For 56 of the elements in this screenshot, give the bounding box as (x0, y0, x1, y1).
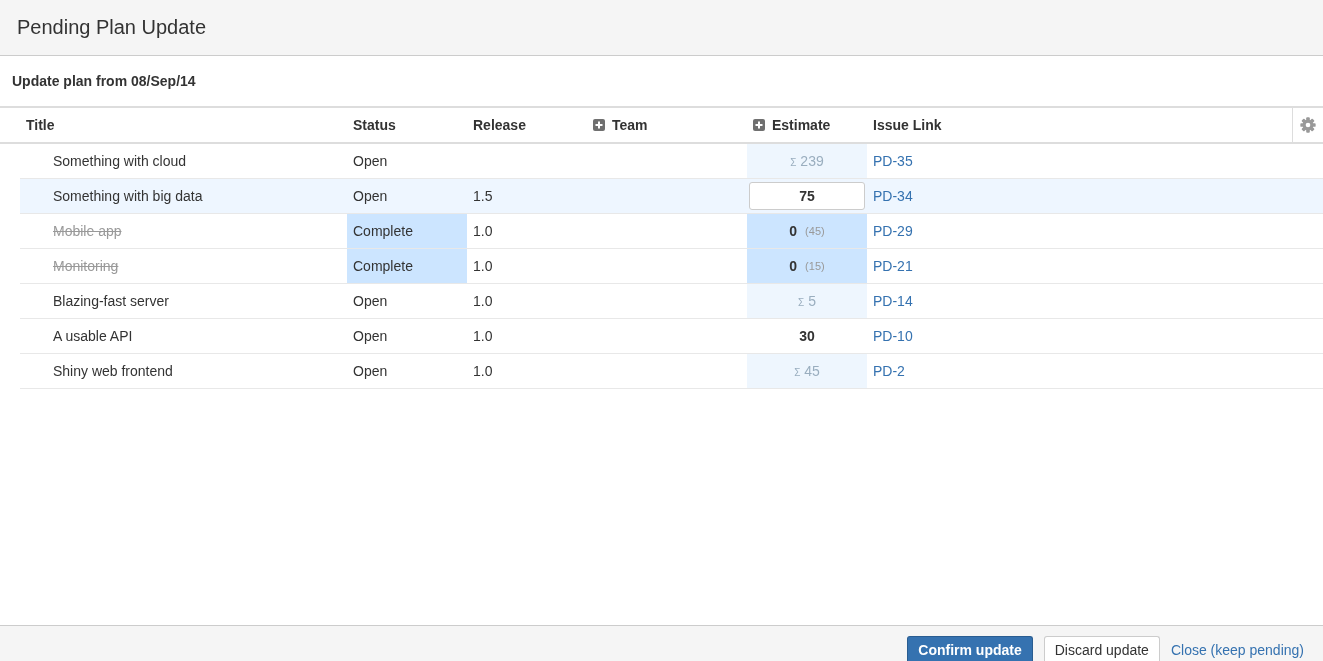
issue-link[interactable]: PD-35 (873, 153, 913, 169)
table-row[interactable]: Something with big data Open 1.5 75 PD-34 (20, 179, 1323, 214)
settings-icon[interactable] (1299, 116, 1317, 134)
table-row[interactable]: Shiny web frontend Open 1.0 Σ 45 PD-2 (20, 354, 1323, 389)
column-header: Release (473, 117, 526, 133)
estimate-input[interactable]: 75 (749, 182, 865, 210)
issue-link[interactable]: PD-21 (873, 258, 913, 274)
release-text: 1.0 (473, 293, 493, 309)
row-title: Monitoring (53, 258, 119, 274)
column-header: Status (353, 117, 396, 133)
estimate-value: 0 (789, 258, 798, 274)
column-header: Team (612, 117, 648, 133)
previous-estimate: (15) (805, 260, 825, 272)
row-title: A usable API (53, 328, 133, 344)
release-text: 1.0 (473, 328, 493, 344)
release-text: 1.0 (473, 223, 493, 239)
table-row[interactable]: Mobile app Complete 1.0 0 (45) PD-29 (20, 214, 1323, 249)
status-text: Open (353, 188, 388, 204)
estimate-sum: Σ 5 (798, 293, 816, 309)
estimate-value: 0 (789, 223, 798, 239)
status-text: Open (353, 153, 388, 169)
status-text: Complete (353, 223, 413, 239)
status-text: Open (353, 363, 388, 379)
expand-icon[interactable] (753, 119, 765, 131)
column-header: Estimate (772, 117, 831, 133)
confirm-button[interactable]: Confirm update (907, 636, 1033, 661)
status-text: Complete (353, 258, 413, 274)
status-text: Open (353, 328, 388, 344)
previous-estimate: (45) (805, 225, 825, 237)
expand-icon[interactable] (593, 119, 605, 131)
column-header: Title (26, 117, 55, 133)
dialog-title: Pending Plan Update (17, 16, 207, 39)
row-title: Something with big data (53, 188, 203, 204)
release-text: 1.0 (473, 258, 493, 274)
status-text: Open (353, 293, 388, 309)
issue-link[interactable]: PD-2 (873, 363, 905, 379)
issue-link[interactable]: PD-14 (873, 293, 913, 309)
discard-button[interactable]: Discard update (1043, 636, 1160, 661)
estimate-value: 30 (799, 328, 815, 344)
column-header: Issue Link (873, 117, 942, 133)
table-row[interactable]: A usable API Open 1.0 30 PD-10 (20, 319, 1323, 354)
estimate-sum: Σ 239 (790, 153, 824, 169)
estimate-sum: Σ 45 (794, 363, 820, 379)
table-row[interactable]: Blazing-fast server Open 1.0 Σ 5 PD-14 (20, 284, 1323, 319)
row-title: Shiny web frontend (53, 363, 173, 379)
subtitle: Update plan from 08/Sep/14 (12, 73, 196, 89)
issue-link[interactable]: PD-34 (873, 188, 913, 204)
row-title: Something with cloud (53, 153, 187, 169)
issue-link[interactable]: PD-10 (873, 328, 913, 344)
row-title: Blazing-fast server (53, 293, 169, 309)
release-text: 1.0 (473, 363, 493, 379)
issue-link[interactable]: PD-29 (873, 223, 913, 239)
row-title: Mobile app (53, 223, 122, 239)
table-row[interactable]: Monitoring Complete 1.0 0 (15) PD-21 (20, 249, 1323, 284)
close-link[interactable]: Close (keep pending) (1170, 636, 1304, 661)
release-text: 1.5 (473, 188, 493, 204)
